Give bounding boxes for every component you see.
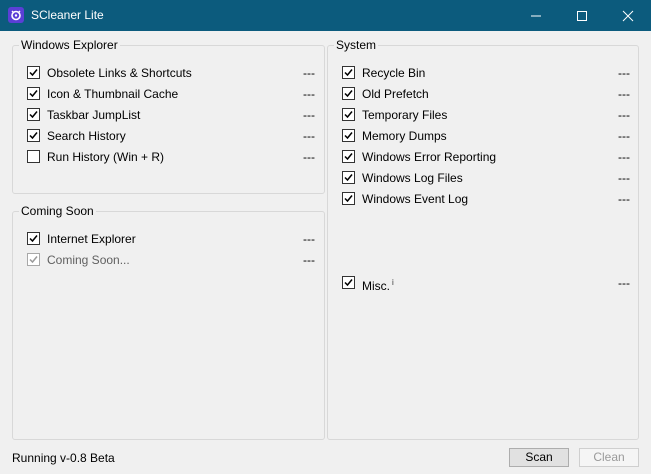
scan-button[interactable]: Scan	[509, 448, 569, 467]
option-label: Windows Error Reporting	[362, 150, 497, 164]
coming-soon-group: Coming Soon Internet Explorer --- Coming…	[12, 204, 325, 440]
checkmark-icon	[29, 69, 38, 77]
option-value: ---	[618, 171, 630, 185]
option-value: ---	[303, 232, 315, 246]
group-title: Windows Explorer	[19, 38, 120, 52]
maximize-button[interactable]	[559, 0, 605, 31]
option-value: ---	[618, 129, 630, 143]
option-recycle-bin[interactable]: Recycle Bin ---	[342, 66, 634, 82]
checkbox-checked[interactable]	[342, 276, 355, 289]
option-label: Windows Event Log	[362, 192, 469, 206]
option-memory-dumps[interactable]: Memory Dumps ---	[342, 129, 634, 145]
checkbox-checked[interactable]	[342, 87, 355, 100]
title-bar[interactable]: SCleaner Lite	[0, 0, 651, 31]
option-windows-log-files[interactable]: Windows Log Files ---	[342, 171, 634, 187]
checkbox-unchecked[interactable]	[27, 150, 40, 163]
group-title: Coming Soon	[19, 204, 96, 218]
checkbox-checked[interactable]	[27, 66, 40, 79]
option-value: ---	[618, 150, 630, 164]
system-group: System Recycle Bin --- Old Prefetch --- …	[327, 38, 639, 440]
option-run-history[interactable]: Run History (Win + R) ---	[27, 150, 319, 166]
app-logo-icon	[8, 7, 24, 23]
option-label: Temporary Files	[362, 108, 448, 122]
checkbox-checked[interactable]	[342, 108, 355, 121]
checkbox-checked[interactable]	[342, 150, 355, 163]
option-coming-soon: Coming Soon... ---	[27, 253, 319, 269]
checkmark-icon	[344, 90, 353, 98]
window-title: SCleaner Lite	[31, 8, 104, 22]
option-windows-error-reporting[interactable]: Windows Error Reporting ---	[342, 150, 634, 166]
option-label: Misc. i	[362, 276, 394, 293]
option-value: ---	[303, 150, 315, 164]
option-temporary-files[interactable]: Temporary Files ---	[342, 108, 634, 124]
checkbox-checked[interactable]	[27, 232, 40, 245]
option-value: ---	[303, 66, 315, 80]
checkmark-icon	[344, 174, 353, 182]
option-label: Taskbar JumpList	[47, 108, 141, 122]
checkbox-checked-disabled	[27, 253, 40, 266]
option-label: Old Prefetch	[362, 87, 429, 101]
minimize-icon	[531, 15, 541, 17]
checkmark-icon	[29, 235, 38, 243]
option-value: ---	[303, 253, 315, 267]
checkbox-checked[interactable]	[27, 108, 40, 121]
option-value: ---	[303, 108, 315, 122]
option-obsolete-links[interactable]: Obsolete Links & Shortcuts ---	[27, 66, 319, 82]
checkmark-icon	[344, 279, 353, 287]
option-label: Internet Explorer	[47, 232, 136, 246]
option-label: Search History	[47, 129, 126, 143]
close-icon	[622, 10, 634, 22]
checkbox-checked[interactable]	[342, 171, 355, 184]
app-window: SCleaner Lite Windows Explorer Obsolete …	[0, 0, 651, 474]
option-value: ---	[618, 87, 630, 101]
checkmark-icon	[344, 153, 353, 161]
minimize-button[interactable]	[513, 0, 559, 31]
checkmark-icon	[29, 256, 38, 264]
option-label: Obsolete Links & Shortcuts	[47, 66, 192, 80]
checkmark-icon	[29, 111, 38, 119]
checkmark-icon	[29, 132, 38, 140]
checkmark-icon	[344, 132, 353, 140]
option-value: ---	[618, 192, 630, 206]
checkmark-icon	[344, 195, 353, 203]
clean-button[interactable]: Clean	[579, 448, 639, 467]
option-label: Windows Log Files	[362, 171, 463, 185]
option-value: ---	[618, 66, 630, 80]
option-label: Recycle Bin	[362, 66, 426, 80]
option-value: ---	[618, 276, 630, 290]
option-old-prefetch[interactable]: Old Prefetch ---	[342, 87, 634, 103]
option-search-history[interactable]: Search History ---	[27, 129, 319, 145]
checkbox-checked[interactable]	[342, 192, 355, 205]
option-label: Coming Soon...	[47, 253, 130, 267]
checkbox-checked[interactable]	[27, 129, 40, 142]
option-misc[interactable]: Misc. i ---	[342, 276, 634, 293]
option-taskbar-jumplist[interactable]: Taskbar JumpList ---	[27, 108, 319, 124]
option-label: Run History (Win + R)	[47, 150, 165, 164]
checkbox-checked[interactable]	[342, 66, 355, 79]
option-internet-explorer[interactable]: Internet Explorer ---	[27, 232, 319, 248]
status-text: Running v-0.8 Beta	[12, 451, 115, 465]
checkbox-checked[interactable]	[342, 129, 355, 142]
option-value: ---	[303, 87, 315, 101]
option-windows-event-log[interactable]: Windows Event Log ---	[342, 192, 634, 208]
misc-label: Misc.	[362, 279, 390, 293]
option-label: Icon & Thumbnail Cache	[47, 87, 179, 101]
checkmark-icon	[344, 111, 353, 119]
checkbox-checked[interactable]	[27, 87, 40, 100]
option-label: Memory Dumps	[362, 129, 447, 143]
group-title: System	[334, 38, 379, 52]
option-value: ---	[618, 108, 630, 122]
close-button[interactable]	[605, 0, 651, 31]
option-value: ---	[303, 129, 315, 143]
checkmark-icon	[344, 69, 353, 77]
checkmark-icon	[29, 90, 38, 98]
info-icon[interactable]: i	[392, 278, 394, 287]
windows-explorer-group: Windows Explorer Obsolete Links & Shortc…	[12, 38, 325, 194]
maximize-icon	[577, 11, 587, 21]
option-icon-thumbnail-cache[interactable]: Icon & Thumbnail Cache ---	[27, 87, 319, 103]
